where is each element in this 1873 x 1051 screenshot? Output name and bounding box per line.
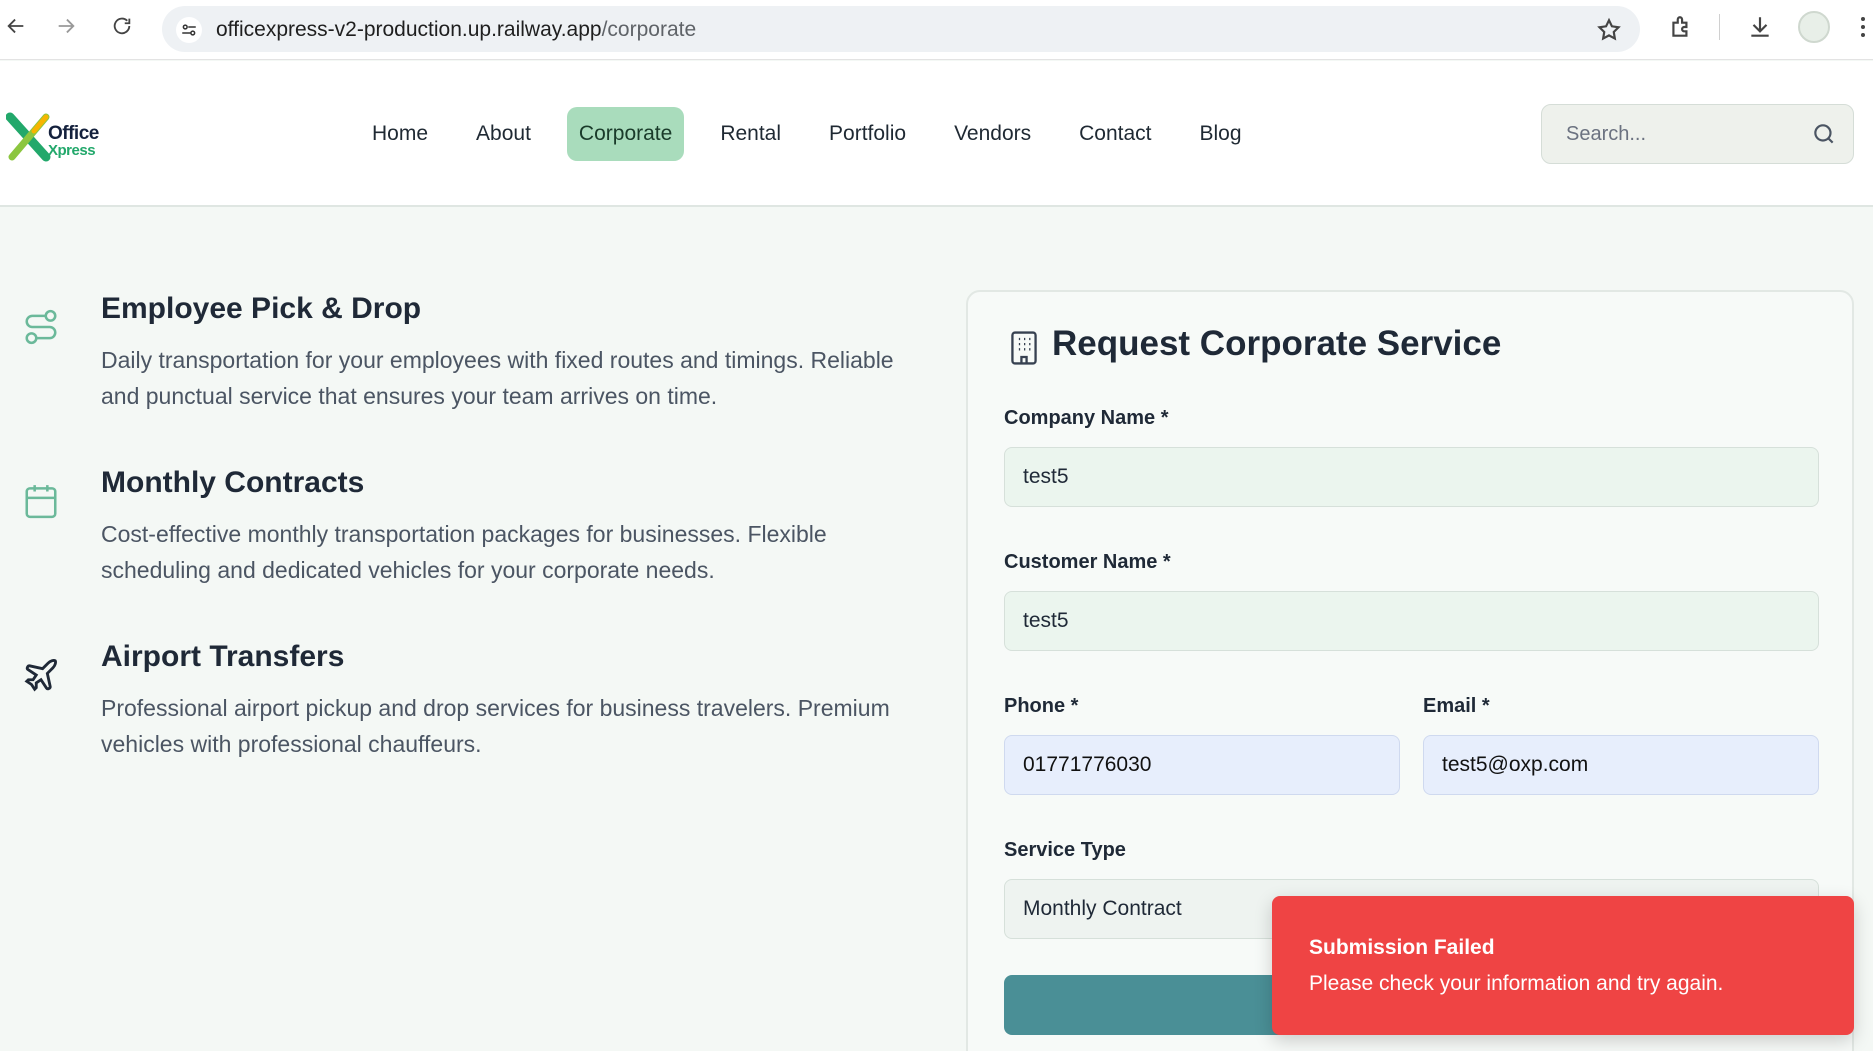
nav-about[interactable]: About <box>464 107 543 161</box>
logo-text-xpress: Xpress <box>48 142 96 159</box>
profile-avatar[interactable] <box>1798 11 1830 43</box>
form-title: Request Corporate Service <box>1052 324 1502 363</box>
nav-corporate[interactable]: Corporate <box>566 107 685 161</box>
plane-icon <box>24 659 57 692</box>
phone-input[interactable]: 01771776030 <box>1004 735 1400 795</box>
feature-description: Cost-effective monthly transportation pa… <box>101 521 827 583</box>
nav-vendors[interactable]: Vendors <box>942 107 1043 161</box>
browser-toolbar: officexpress-v2-production.up.railway.ap… <box>0 0 1873 60</box>
search-input[interactable] <box>1542 105 1802 163</box>
search-box <box>1541 104 1854 164</box>
toast-message: Please check your information and try ag… <box>1309 972 1724 995</box>
reload-icon[interactable] <box>108 12 136 40</box>
site-settings-icon[interactable] <box>176 17 202 43</box>
menu-icon[interactable] <box>1853 12 1873 42</box>
calendar-icon <box>25 485 57 519</box>
forward-icon[interactable] <box>52 12 80 40</box>
company-name-input[interactable]: test5 <box>1004 447 1819 507</box>
nav-portfolio[interactable]: Portfolio <box>817 107 918 161</box>
url-text: officexpress-v2-production.up.railway.ap… <box>216 18 697 41</box>
feature-description: Daily transportation for your employees … <box>101 347 894 409</box>
toast-title: Submission Failed <box>1309 936 1495 959</box>
building-icon <box>1011 331 1037 365</box>
bookmark-star-icon[interactable] <box>1596 17 1622 43</box>
back-icon[interactable] <box>2 12 30 40</box>
site-logo[interactable]: Office Xpress <box>6 109 106 165</box>
main-nav: Home About Corporate Rental Portfolio Ve… <box>360 107 1278 161</box>
email-input[interactable]: test5@oxp.com <box>1423 735 1819 795</box>
service-type-label: Service Type <box>1004 839 1126 861</box>
extensions-icon[interactable] <box>1666 12 1696 42</box>
address-bar[interactable]: officexpress-v2-production.up.railway.ap… <box>162 6 1640 52</box>
phone-label: Phone * <box>1004 695 1079 717</box>
logo-x-icon <box>6 112 51 162</box>
toolbar-divider <box>1719 14 1720 40</box>
nav-blog[interactable]: Blog <box>1188 107 1254 161</box>
customer-name-label: Customer Name * <box>1004 551 1171 573</box>
nav-home[interactable]: Home <box>360 107 440 161</box>
route-icon <box>25 309 57 345</box>
search-icon[interactable] <box>1811 121 1837 147</box>
download-icon[interactable] <box>1745 12 1775 42</box>
site-header: Office Xpress Home About Corporate Renta… <box>0 61 1873 207</box>
error-toast[interactable]: Submission Failed Please check your info… <box>1272 896 1854 1035</box>
nav-rental[interactable]: Rental <box>708 107 793 161</box>
feature-title: Employee Pick & Drop <box>101 292 422 325</box>
feature-description: Professional airport pickup and drop ser… <box>101 695 890 757</box>
nav-contact[interactable]: Contact <box>1067 107 1163 161</box>
customer-name-input[interactable]: test5 <box>1004 591 1819 651</box>
company-name-label: Company Name * <box>1004 407 1169 429</box>
email-label: Email * <box>1423 695 1490 717</box>
feature-title: Airport Transfers <box>101 640 345 673</box>
feature-title: Monthly Contracts <box>101 466 365 499</box>
